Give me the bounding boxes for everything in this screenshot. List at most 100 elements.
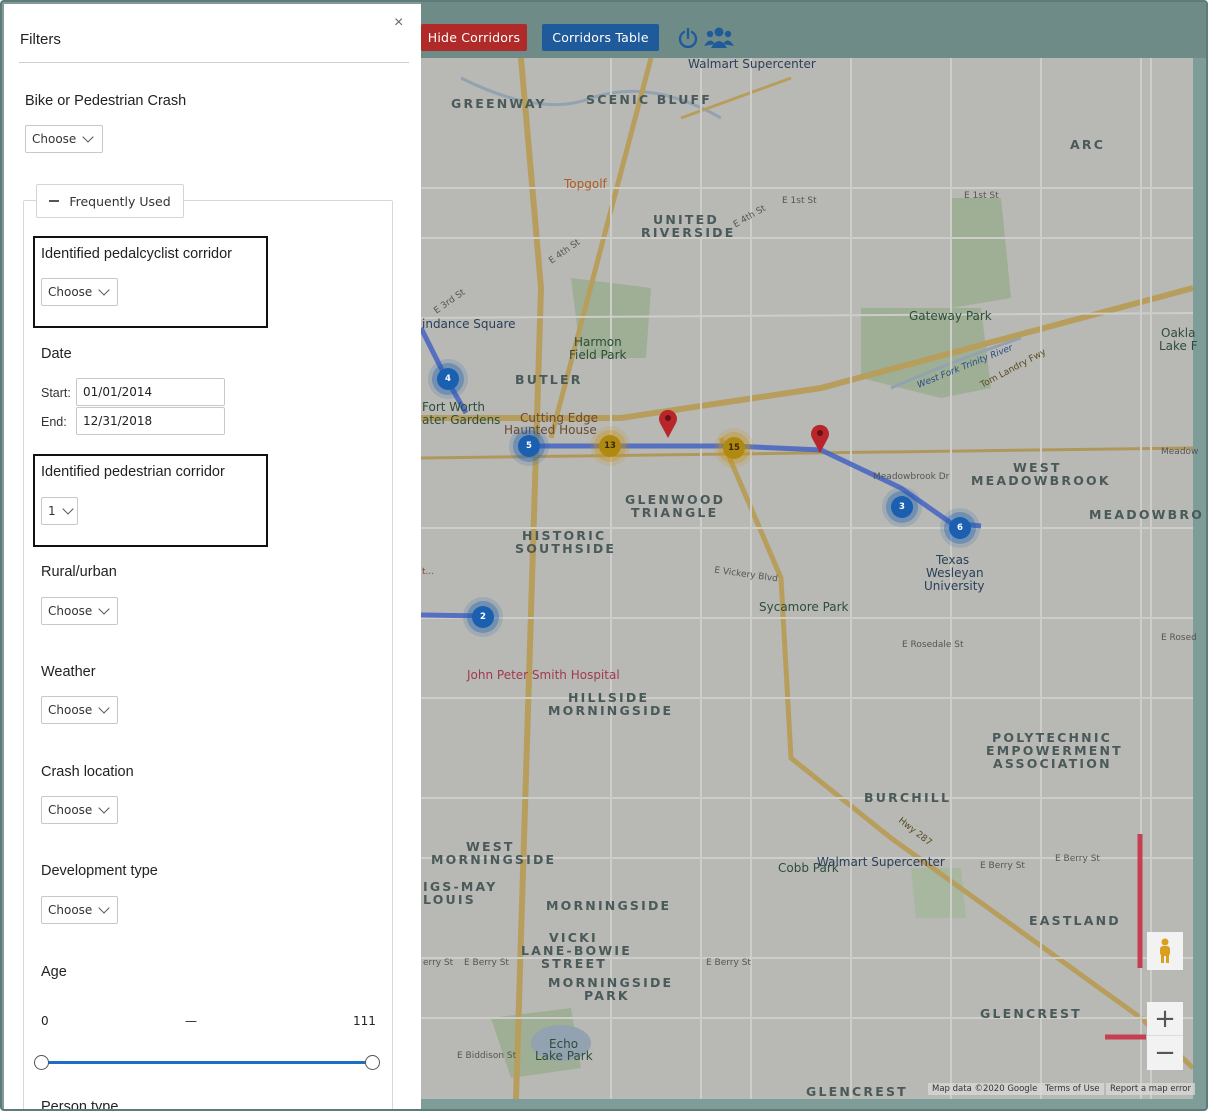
divider [19,62,409,63]
map-label: E Berry St [1055,854,1100,864]
map-label: LOUIS [423,892,476,907]
select-value: Choose [48,703,93,717]
rural-urban-select[interactable]: Choose [41,597,118,625]
end-date-input[interactable] [76,407,225,435]
minus-icon [49,200,60,202]
crash-cluster[interactable]: 4 [437,368,459,390]
terms-link[interactable]: Terms of Use [1041,1083,1104,1095]
map-label: MEADOWBROOK [971,473,1111,488]
start-label: Start: [41,386,71,400]
map-pin-icon[interactable] [809,423,831,453]
end-label: End: [41,415,67,429]
age-min-value: 0 [41,1014,49,1028]
map-label: E 1st St [964,191,999,201]
chevron-down-icon [98,702,110,714]
crash-location-label: Crash location [41,764,134,780]
map-label: Texas [936,553,970,567]
crash-cluster[interactable]: 5 [518,435,540,457]
age-separator: — [185,1014,197,1028]
map-label: E Rosedale St [902,640,964,650]
map-label: E Berry St [464,958,509,968]
rural-urban-label: Rural/urban [41,564,117,580]
pegman-icon[interactable] [1147,932,1183,970]
frequently-used-fieldset [23,200,393,1109]
frequently-used-toggle[interactable]: Frequently Used [36,184,184,218]
development-type-select[interactable]: Choose [41,896,118,924]
age-slider-min-handle[interactable] [34,1055,49,1070]
map-label: Gateway Park [909,309,992,323]
map-label: Oakla [1161,326,1196,340]
pedestrian-corridor-select[interactable]: 1 [41,497,78,525]
pedalcyclist-corridor-label: Identified pedalcyclist corridor [41,246,233,262]
age-label: Age [41,964,67,980]
zoom-out-button[interactable]: − [1147,1036,1183,1070]
date-label: Date [41,346,72,362]
map-label: Walmart Supercenter [817,855,945,869]
power-icon[interactable] [676,24,700,52]
map-label: GREENWAY [451,96,547,111]
map-label: GLENCREST [806,1084,908,1099]
map-label: MORNINGSIDE [431,852,557,867]
map-label: SOUTHSIDE [515,541,617,556]
map-label: E Berry St [706,958,751,968]
crash-cluster[interactable]: 2 [472,606,494,628]
corridors-table-button[interactable]: Corridors Table [542,24,659,51]
chevron-down-icon [61,503,74,515]
map-label: Sycamore Park [759,600,849,614]
pedalcyclist-corridor-select[interactable]: Choose [41,278,118,306]
map-data-attribution: Map data ©2020 Google [928,1083,1042,1095]
map-label: BUTLER [515,372,583,387]
select-value: Choose [48,903,93,917]
map-label: MEADOWBRO [1089,507,1205,522]
chevron-down-icon [98,902,110,914]
crash-cluster[interactable]: 15 [723,437,745,459]
start-date-input[interactable] [76,378,225,406]
users-icon[interactable] [704,24,734,52]
map-pin-icon[interactable] [657,408,679,438]
zoom-in-button[interactable]: + [1147,1002,1183,1036]
map-label: indance Square [422,317,516,331]
hide-corridors-button[interactable]: Hide Corridors [421,24,527,51]
map-label: Harmon [574,335,622,349]
filters-panel: × Filters Bike or Pedestrian Crash Choos… [4,4,421,1111]
map-label: Lake F [1159,339,1198,353]
map-label: Meadowbrook Dr [873,472,950,482]
crash-cluster[interactable]: 3 [891,496,913,518]
map-label: ater Gardens [422,413,501,427]
development-type-label: Development type [41,863,158,879]
map-toolbar [421,2,1206,58]
map-label: John Peter Smith Hospital [467,668,620,682]
map-label: E 1st St [782,196,817,206]
map-label: SCENIC BLUFF [586,92,713,107]
map-label: RIVERSIDE [641,225,736,240]
bike-ped-crash-select[interactable]: Choose [25,125,103,153]
map-label: Field Park [569,348,627,362]
map-label: Meadow [1161,447,1199,457]
person-type-label: Person type [41,1099,119,1111]
map-label: EASTLAND [1029,913,1121,928]
map-label: MORNINGSIDE [546,898,672,913]
crash-location-select[interactable]: Choose [41,796,118,824]
select-value: Choose [48,285,93,299]
map-label: GLENCREST [980,1006,1082,1021]
crash-cluster[interactable]: 13 [599,435,621,457]
chevron-down-icon [98,603,110,615]
age-slider-track[interactable] [41,1061,372,1064]
map-label: ARC [1070,137,1106,152]
map-label: PARK [584,988,630,1003]
bike-ped-crash-label: Bike or Pedestrian Crash [25,93,187,109]
age-max-value: 111 [353,1014,376,1028]
map-label: Lake Park [535,1049,593,1063]
weather-select[interactable]: Choose [41,696,118,724]
map-label: erry St [423,958,454,968]
report-map-error-link[interactable]: Report a map error [1106,1083,1195,1095]
crash-cluster[interactable]: 6 [949,517,971,539]
close-icon[interactable]: × [394,14,403,32]
chevron-down-icon [98,284,110,296]
map-label: Fort Worth [422,400,486,414]
age-slider-max-handle[interactable] [365,1055,380,1070]
select-value: Choose [48,604,93,618]
weather-label: Weather [41,664,96,680]
map-label: University [924,579,985,593]
panel-title: Filters [20,31,61,48]
